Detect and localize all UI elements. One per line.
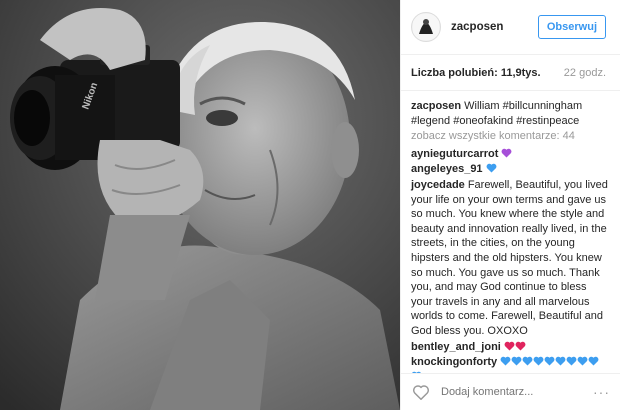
blue-heart-icon: [500, 356, 511, 366]
add-comment-input[interactable]: [441, 386, 593, 398]
blue-heart-icon: [486, 164, 497, 173]
post-timestamp[interactable]: 22 godz.: [564, 67, 606, 79]
comment-item: knockingonforty: [411, 355, 610, 373]
comment-item: joycedade Farewell, Beautiful, you lived …: [411, 178, 610, 339]
comment-container: aynieguturcarrot angeleyes_91 joycedade Far…: [411, 147, 610, 373]
likes-row: Liczba polubień: 11,9tys. 22 godz.: [401, 55, 620, 91]
post-sidebar: zacposen Obserwuj Liczba polubień: 11,9t…: [400, 0, 620, 410]
blue-heart-icon: [588, 356, 599, 366]
post-header: zacposen Obserwuj: [401, 0, 620, 55]
blue-heart-icon: [533, 356, 544, 366]
comment-item: aynieguturcarrot: [411, 147, 610, 162]
comment-username[interactable]: bentley_and_joni: [411, 341, 501, 353]
comment-username[interactable]: joycedade: [411, 179, 465, 191]
avatar-image: [413, 14, 439, 40]
instagram-post: Nikon zacposen Obserwuj Liczba polubień:: [0, 0, 620, 410]
comment-username[interactable]: angeleyes_91: [411, 163, 483, 175]
follow-button[interactable]: Obserwuj: [537, 15, 606, 39]
blue-heart-icon: [555, 356, 566, 366]
avatar[interactable]: [411, 12, 441, 42]
red-heart-icon: [515, 341, 526, 351]
post-username[interactable]: zacposen: [451, 21, 538, 33]
blue-heart-icon: [577, 356, 588, 366]
comment-footer: ···: [401, 373, 620, 410]
likes-count[interactable]: Liczba polubień: 11,9tys.: [411, 67, 541, 79]
photo-man-with-camera: Nikon: [0, 0, 400, 410]
comment-username[interactable]: aynieguturcarrot: [411, 148, 498, 160]
blue-heart-icon: [544, 356, 555, 366]
blue-heart-icon: [511, 356, 522, 366]
caption-username[interactable]: zacposen: [411, 100, 461, 112]
red-heart-icon: [504, 341, 515, 351]
like-heart-icon[interactable]: [411, 382, 431, 402]
comment-text: Farewell, Beautiful, you lived your life…: [411, 178, 608, 337]
purple-heart-icon: [501, 148, 512, 158]
more-options-icon[interactable]: ···: [593, 384, 610, 400]
comment-username[interactable]: knockingonforty: [411, 356, 497, 368]
comment-item: angeleyes_91: [411, 162, 610, 177]
blue-heart-icon: [566, 356, 577, 366]
caption: zacposen William #billcunningham #legend …: [411, 99, 610, 128]
comment-item: bentley_and_joni: [411, 340, 610, 355]
blue-heart-icon: [522, 356, 533, 366]
post-photo[interactable]: Nikon: [0, 0, 400, 410]
comments-list: zacposen William #billcunningham #legend …: [401, 91, 620, 373]
view-all-comments-link[interactable]: zobacz wszystkie komentarze: 44: [411, 129, 610, 144]
